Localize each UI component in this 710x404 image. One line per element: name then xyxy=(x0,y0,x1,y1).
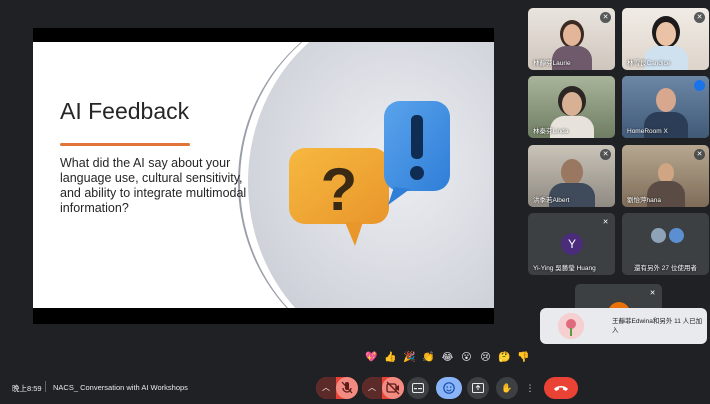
camera-off-icon xyxy=(386,381,400,395)
participant-name: Yi-Ying 吳藝瑩 Huang xyxy=(533,265,596,272)
speaking-indicator-icon xyxy=(694,80,705,91)
participant-tile-laurie[interactable]: ✕ 林靜芬Laurie xyxy=(528,8,615,70)
microphone-control: ︿ xyxy=(316,377,358,399)
camera-toggle-button[interactable] xyxy=(382,377,404,399)
participant-name: 劉怡萍hana xyxy=(627,197,661,204)
participant-tile-hana[interactable]: ✕ 劉怡萍hana xyxy=(622,145,709,207)
camera-control: ︿ xyxy=(362,377,404,399)
participant-video-face xyxy=(655,88,676,112)
mic-off-icon: ✕ xyxy=(600,12,611,23)
meeting-time: 晚上8:59 xyxy=(12,384,42,393)
reaction-surprised-icon[interactable]: 😮 xyxy=(459,350,474,365)
others-tile[interactable]: 還有另外 27 位使用者 xyxy=(622,213,709,275)
divider xyxy=(45,381,46,392)
join-notification-text: 王靜菲Edwina和另外 11 人已加入 xyxy=(612,318,703,334)
slide-body-text: What did the AI say about your language … xyxy=(60,156,247,215)
hang-up-icon xyxy=(554,386,568,391)
participant-name: 林雪良Candice xyxy=(627,60,671,67)
reaction-thinking-icon[interactable]: 🤔 xyxy=(497,350,512,365)
join-notification-toast[interactable]: 王靜菲Edwina和另外 11 人已加入 xyxy=(540,308,707,344)
captions-icon xyxy=(412,383,424,393)
others-avatars xyxy=(650,227,686,249)
mic-off-icon xyxy=(341,381,353,394)
participant-video-face xyxy=(655,22,676,46)
avatar xyxy=(558,313,584,339)
mic-off-icon: ✕ xyxy=(694,149,705,160)
mic-off-icon: ✕ xyxy=(647,288,658,299)
slide-title-underline xyxy=(60,143,190,146)
mic-toggle-button[interactable] xyxy=(336,377,358,399)
more-options-button[interactable]: ⋮ xyxy=(523,377,537,399)
emoji-reactions-button[interactable] xyxy=(436,377,462,399)
camera-options-chevron-icon[interactable]: ︿ xyxy=(362,377,382,399)
presentation-stage: AI Feedback What did the AI say about yo… xyxy=(33,28,494,324)
participant-tile-albert[interactable]: ✕ 洪季若Albert xyxy=(528,145,615,207)
others-count-label: 還有另外 27 位使用者 xyxy=(634,265,697,272)
participant-name: 洪季若Albert xyxy=(533,197,570,204)
reaction-laugh-icon[interactable]: 😂 xyxy=(440,350,455,365)
present-screen-icon xyxy=(472,383,484,393)
flower-avatar-icon xyxy=(558,313,584,339)
emoji-icon xyxy=(443,382,455,394)
participant-tile-candice[interactable]: ✕ 林雪良Candice xyxy=(622,8,709,70)
participant-video-face xyxy=(657,163,674,183)
raise-hand-button[interactable]: ✋ xyxy=(496,377,518,399)
reaction-heart-icon[interactable]: 💖 xyxy=(364,350,379,365)
avatar xyxy=(668,227,686,244)
reaction-sad-icon[interactable]: 😢 xyxy=(478,350,493,365)
participant-name: HomeRoom X xyxy=(627,128,668,135)
mic-off-icon: ✕ xyxy=(694,12,705,23)
captions-button[interactable] xyxy=(407,377,429,399)
participant-video-face xyxy=(562,24,581,46)
mic-off-icon: ✕ xyxy=(600,149,611,160)
mic-off-icon: ✕ xyxy=(600,217,611,228)
participant-tile-linda[interactable]: 林秦芬Linda xyxy=(528,76,615,138)
hand-icon: ✋ xyxy=(501,382,513,393)
slide: AI Feedback What did the AI say about yo… xyxy=(33,42,494,308)
leave-call-button[interactable] xyxy=(544,377,578,399)
question-bubble-icon: ? xyxy=(289,148,389,246)
present-button[interactable] xyxy=(467,377,489,399)
participant-video-face xyxy=(561,92,582,116)
reaction-thumbs-up-icon[interactable]: 👍 xyxy=(383,350,398,365)
avatar: Y xyxy=(561,233,583,255)
avatar xyxy=(650,227,667,244)
participant-tile-yi-ying[interactable]: Y ✕ Yi-Ying 吳藝瑩 Huang xyxy=(528,213,615,275)
reaction-bar: 💖 👍 🎉 👏 😂 😮 😢 🤔 👎 xyxy=(364,350,531,366)
exclamation-bubble-icon xyxy=(384,101,450,205)
participant-tile-homeroom[interactable]: HomeRoom X xyxy=(622,76,709,138)
reaction-clap-icon[interactable]: 👏 xyxy=(421,350,436,365)
meeting-title: NACS_ Conversation with AI Workshops xyxy=(53,383,188,392)
slide-title: AI Feedback xyxy=(60,98,190,124)
mic-options-chevron-icon[interactable]: ︿ xyxy=(316,377,336,399)
participant-video-face xyxy=(560,159,583,185)
svg-text:?: ? xyxy=(321,156,358,223)
participant-name: 林秦芬Linda xyxy=(533,128,569,135)
reaction-party-icon[interactable]: 🎉 xyxy=(402,350,417,365)
participant-name: 林靜芬Laurie xyxy=(533,60,571,67)
reaction-thumbs-down-icon[interactable]: 👎 xyxy=(516,350,531,365)
more-vertical-icon: ⋮ xyxy=(525,382,535,393)
